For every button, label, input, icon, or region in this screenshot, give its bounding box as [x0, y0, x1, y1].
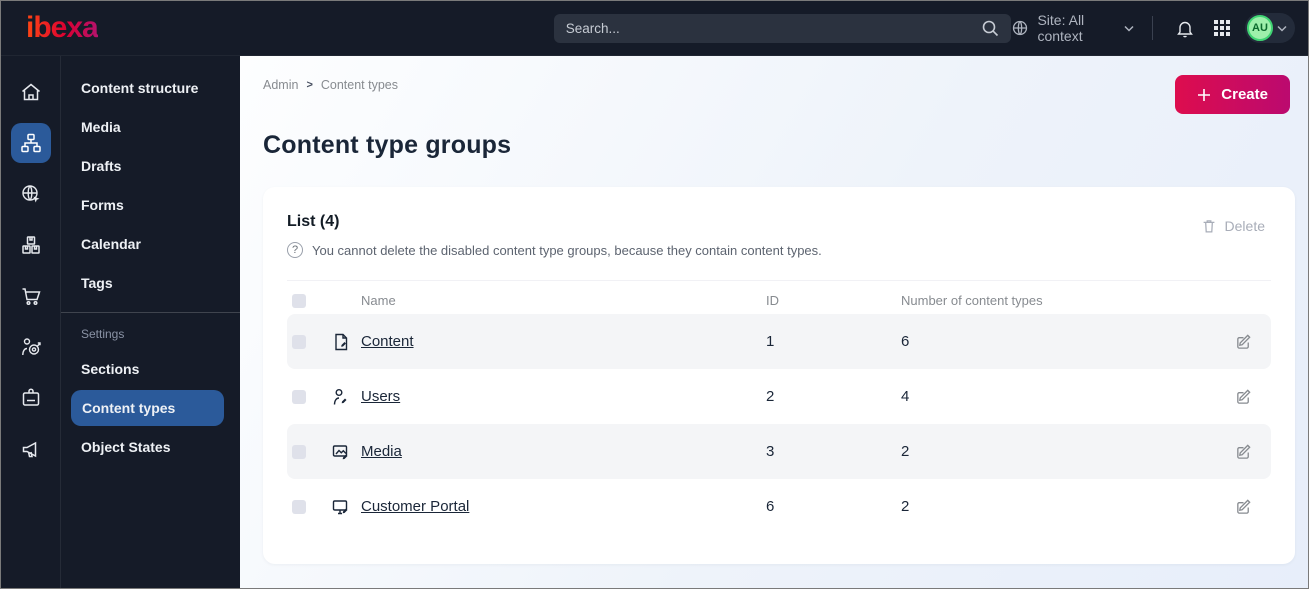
list-title: List (4) [287, 213, 340, 230]
users-person-icon [331, 387, 351, 407]
edit-button[interactable] [1227, 381, 1259, 413]
sidebar-item-object-states[interactable]: Object States [61, 429, 230, 465]
group-count: 6 [901, 333, 910, 350]
content-file-icon [331, 332, 351, 352]
table-row: Media 3 2 [287, 424, 1271, 479]
group-link[interactable]: Users [361, 388, 400, 405]
chevron-down-icon [1277, 25, 1287, 32]
group-count: 2 [901, 498, 910, 515]
globe-icon [1011, 19, 1029, 37]
sidebar-item-drafts[interactable]: Drafts [61, 148, 230, 184]
group-id: 3 [766, 443, 775, 460]
group-count: 4 [901, 388, 910, 405]
column-header-name: Name [361, 293, 396, 308]
group-id: 1 [766, 333, 775, 350]
breadcrumb-admin[interactable]: Admin [263, 78, 298, 92]
content-type-groups-card: List (4) ? You cannot delete the disable… [263, 187, 1295, 564]
ibexa-logo[interactable]: ibexa [26, 11, 99, 44]
create-button[interactable]: Create [1175, 75, 1290, 114]
column-header-id: ID [766, 293, 779, 308]
admin-badge-icon[interactable] [11, 378, 51, 418]
home-icon[interactable] [11, 72, 51, 112]
group-id: 6 [766, 498, 775, 515]
trash-icon [1200, 217, 1218, 235]
group-link[interactable]: Content [361, 333, 414, 350]
main-content: Admin > Content types Create Content typ… [240, 56, 1308, 588]
select-all-checkbox[interactable] [292, 293, 306, 308]
topbar-right-cluster: Site: All context AU [1011, 12, 1308, 44]
list-info-text: You cannot delete the disabled content t… [312, 242, 822, 258]
notifications-button[interactable] [1171, 14, 1199, 42]
plus-icon [1197, 88, 1211, 102]
site-context-selector[interactable]: Site: All context [1011, 12, 1134, 44]
global-search[interactable] [553, 13, 1012, 43]
sidebar-item-media[interactable]: Media [61, 109, 230, 145]
search-input[interactable] [565, 20, 974, 36]
page-title: Content type groups [263, 131, 512, 159]
app-switcher-button[interactable] [1209, 15, 1235, 41]
table-row: Customer Portal 6 2 [287, 479, 1271, 534]
customer-portal-monitor-icon [331, 497, 351, 517]
sidebar-item-forms[interactable]: Forms [61, 187, 230, 223]
logo-area: ibexa [1, 11, 228, 45]
edit-button[interactable] [1227, 326, 1259, 358]
table-header-row: Name ID Number of content types [287, 280, 1271, 314]
products-boxes-icon[interactable] [11, 225, 51, 265]
content-type-groups-table: Name ID Number of content types Content … [287, 280, 1271, 534]
column-header-count: Number of content types [901, 293, 1043, 308]
ibexa-admin-screen: ibexa Site: All context [0, 0, 1309, 589]
breadcrumb-separator: > [306, 79, 313, 91]
group-link[interactable]: Customer Portal [361, 498, 469, 515]
chevron-down-icon [1124, 25, 1134, 32]
menu-divider [61, 312, 240, 313]
site-globe-icon[interactable] [11, 174, 51, 214]
delete-button[interactable]: Delete [1194, 213, 1271, 239]
table-row: Users 2 4 [287, 369, 1271, 424]
grid-icon [1213, 19, 1231, 37]
bell-icon [1175, 18, 1195, 38]
sidebar-item-content-types[interactable]: Content types [71, 390, 224, 426]
table-row: Content 1 6 [287, 314, 1271, 369]
topbar-divider [1152, 16, 1153, 40]
search-icon[interactable] [981, 19, 999, 37]
row-checkbox[interactable] [292, 499, 306, 514]
topbar: ibexa Site: All context [1, 1, 1308, 56]
settings-section-label: Settings [81, 327, 125, 341]
personalization-target-icon[interactable] [11, 327, 51, 367]
row-checkbox[interactable] [292, 334, 306, 349]
content-structure-icon[interactable] [10, 123, 51, 163]
list-info: ? You cannot delete the disabled content… [287, 242, 822, 258]
row-checkbox[interactable] [292, 444, 306, 459]
site-context-label: Site: All context [1037, 12, 1085, 44]
sidebar-item-calendar[interactable]: Calendar [61, 226, 230, 262]
breadcrumb: Admin > Content types [263, 78, 398, 92]
create-button-label: Create [1221, 86, 1268, 103]
user-menu[interactable]: AU [1245, 13, 1295, 43]
group-link[interactable]: Media [361, 443, 402, 460]
app-body: Content structure Media Drafts Forms Cal… [1, 56, 1308, 588]
sidebar-item-content-structure[interactable]: Content structure [61, 70, 230, 106]
commerce-cart-icon[interactable] [11, 276, 51, 316]
row-checkbox[interactable] [292, 389, 306, 404]
edit-button[interactable] [1227, 491, 1259, 523]
group-id: 2 [766, 388, 775, 405]
menu-rail: Content structure Media Drafts Forms Cal… [61, 56, 240, 588]
icon-rail [1, 56, 61, 588]
avatar[interactable]: AU [1247, 15, 1273, 41]
sidebar-item-tags[interactable]: Tags [61, 265, 230, 301]
help-icon: ? [287, 242, 303, 258]
edit-button[interactable] [1227, 436, 1259, 468]
breadcrumb-content-types: Content types [320, 78, 399, 92]
group-count: 2 [901, 443, 910, 460]
media-image-icon [331, 442, 351, 462]
campaigns-megaphone-icon[interactable] [11, 429, 51, 469]
delete-button-label: Delete [1224, 218, 1265, 234]
sidebar-item-sections[interactable]: Sections [61, 351, 230, 387]
